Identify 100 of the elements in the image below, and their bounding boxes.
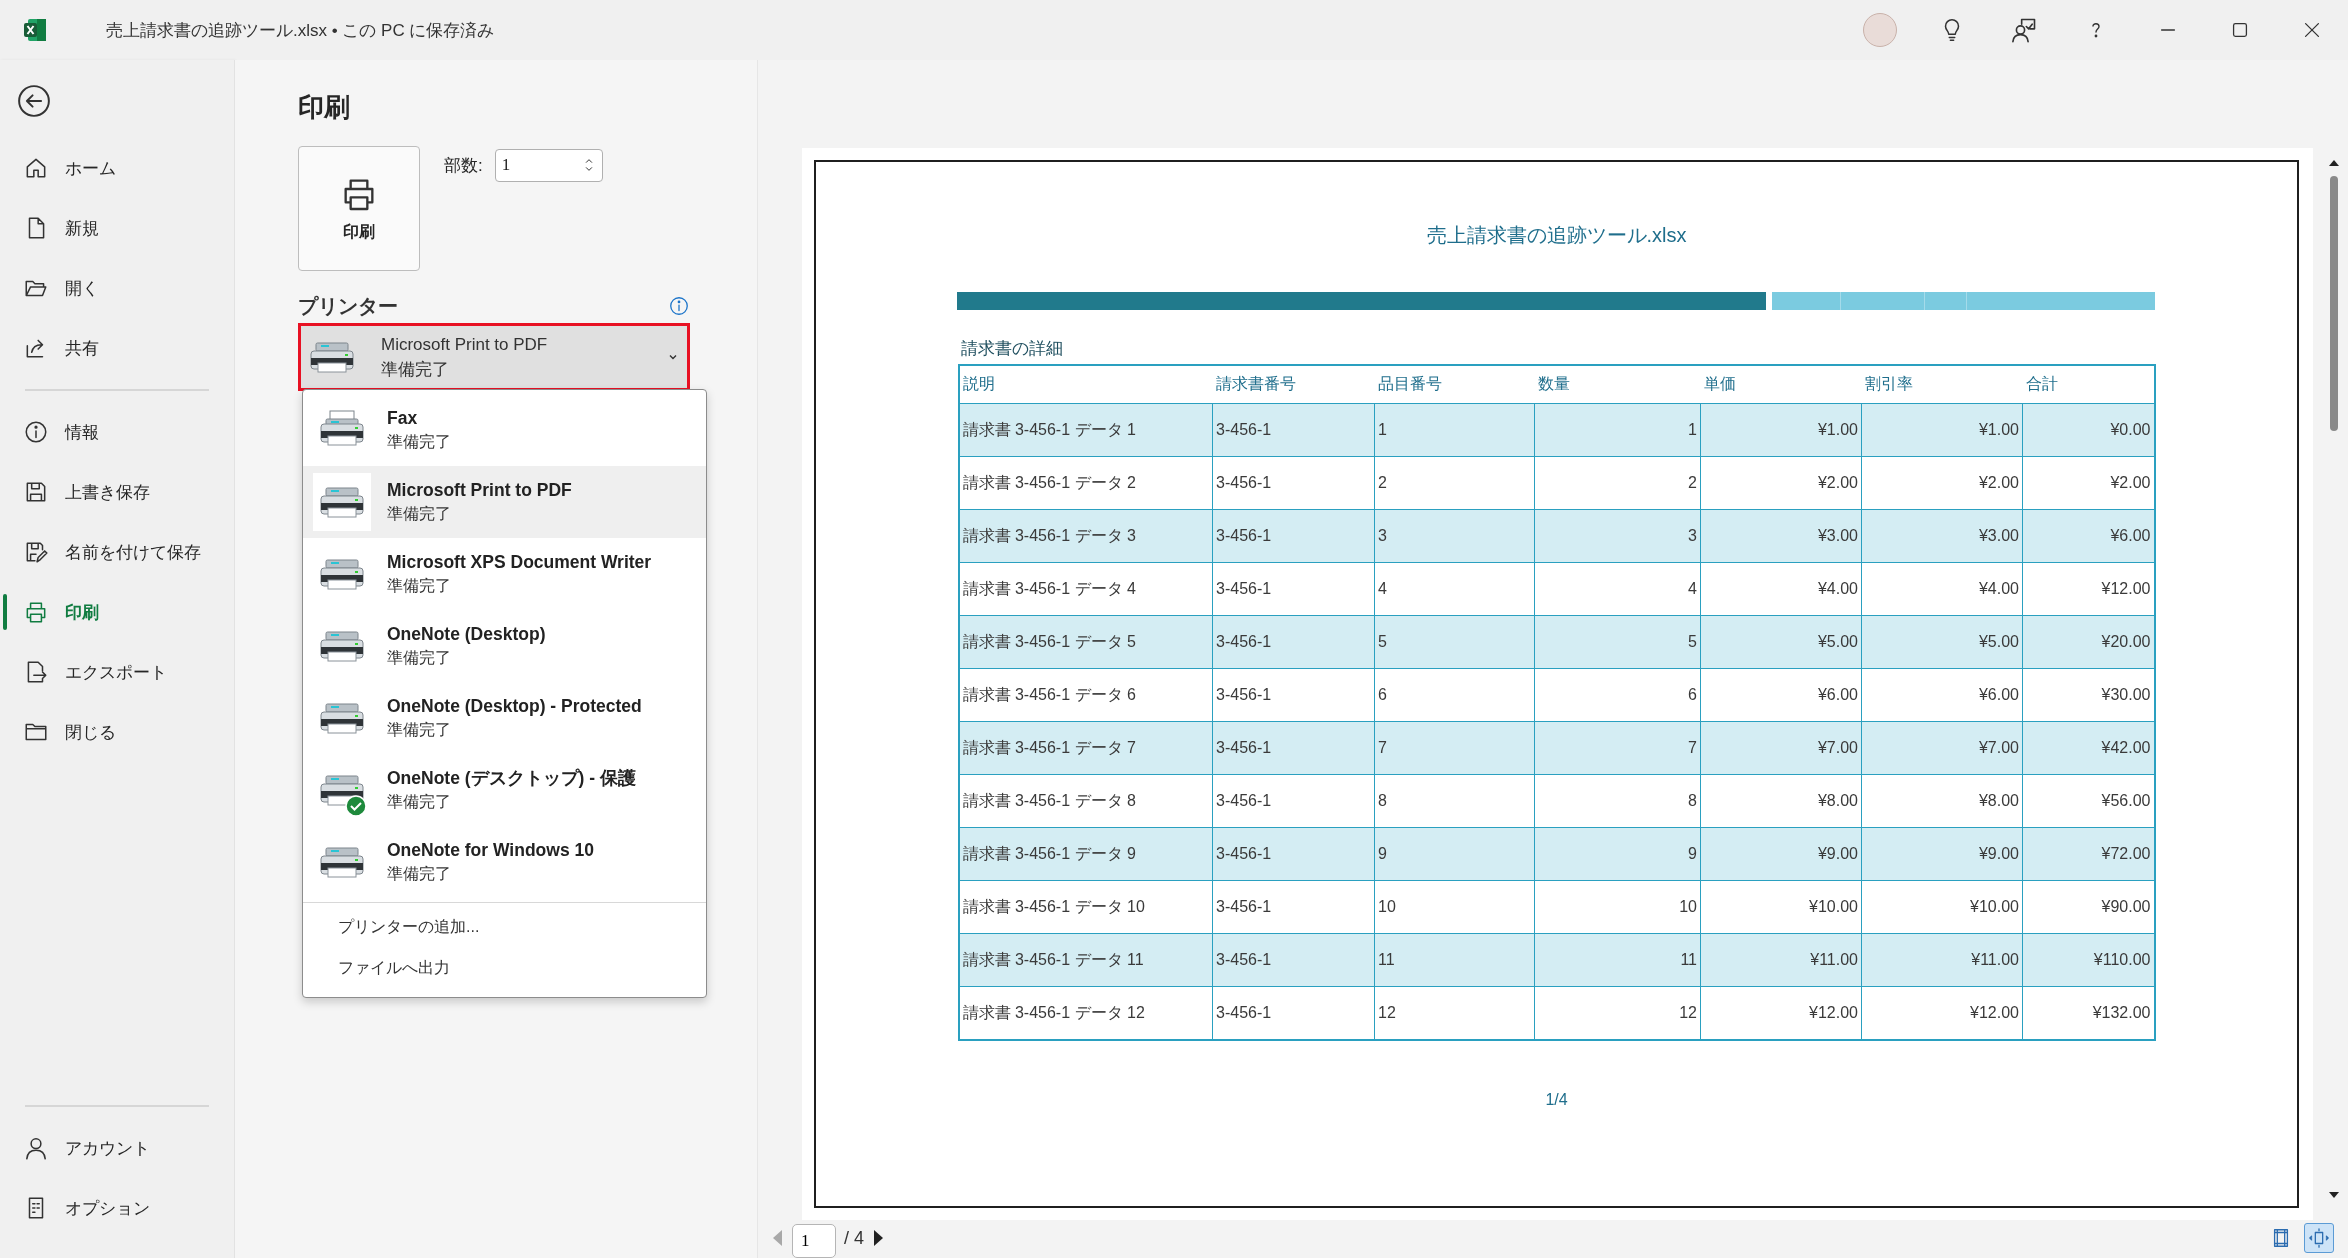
sidebar-item[interactable]: オプション bbox=[0, 1178, 234, 1238]
table-cell: 3-456-1 bbox=[1212, 880, 1375, 934]
sidebar-item[interactable]: 名前を付けて保存 bbox=[0, 522, 234, 582]
table-cell: ¥4.00 bbox=[1700, 562, 1862, 616]
table-cell: 9 bbox=[1374, 827, 1535, 881]
menu-item[interactable]: プリンターの追加... bbox=[303, 907, 706, 948]
person-icon bbox=[23, 1135, 49, 1161]
table-cell: ¥3.00 bbox=[1700, 509, 1862, 563]
table-cell: 請求書 3-456-1 データ 4 bbox=[958, 562, 1213, 616]
table-cell: ¥10.00 bbox=[1700, 880, 1862, 934]
table-cell: 2 bbox=[1534, 456, 1701, 510]
table-cell: 請求書 3-456-1 データ 8 bbox=[958, 774, 1213, 828]
sidebar-item[interactable]: エクスポート bbox=[0, 642, 234, 702]
table-cell: 10 bbox=[1534, 880, 1701, 934]
printer-dropdown[interactable]: Microsoft Print to PDF 準備完了 bbox=[298, 323, 690, 391]
table-cell: ¥10.00 bbox=[1861, 880, 2023, 934]
sidebar-item[interactable]: 情報 bbox=[0, 402, 234, 462]
table-cell: 5 bbox=[1534, 615, 1701, 669]
sidebar-item[interactable]: 上書き保存 bbox=[0, 462, 234, 522]
table-cell: 3-456-1 bbox=[1212, 509, 1375, 563]
table-cell: ¥11.00 bbox=[1700, 933, 1862, 987]
table-cell: 3 bbox=[1534, 509, 1701, 563]
table-cell: ¥8.00 bbox=[1861, 774, 2023, 828]
table-cell: ¥72.00 bbox=[2022, 827, 2155, 881]
table-cell: 3-456-1 bbox=[1212, 774, 1375, 828]
table-cell: ¥6.00 bbox=[1700, 668, 1862, 722]
sidebar-item[interactable]: 開く bbox=[0, 258, 234, 318]
back-button[interactable] bbox=[17, 84, 51, 118]
printer-option[interactable]: Microsoft XPS Document Writer 準備完了 bbox=[303, 538, 706, 610]
column-header: 説明 bbox=[958, 365, 1213, 404]
sidebar-item[interactable]: 共有 bbox=[0, 318, 234, 378]
scrollbar-thumb[interactable] bbox=[2330, 176, 2338, 431]
table-cell: ¥8.00 bbox=[1700, 774, 1862, 828]
table-cell: ¥6.00 bbox=[1861, 668, 2023, 722]
table-cell: ¥20.00 bbox=[2022, 615, 2155, 669]
sidebar-item[interactable]: アカウント bbox=[0, 1118, 234, 1178]
printer-option[interactable]: OneNote (デスクトップ) - 保護 準備完了 bbox=[303, 754, 706, 826]
sidebar-item[interactable]: ホーム bbox=[0, 138, 234, 198]
table-cell: 10 bbox=[1374, 880, 1535, 934]
page-number: 1/4 bbox=[1545, 1091, 1568, 1109]
zoom-to-page-button[interactable] bbox=[2304, 1223, 2334, 1253]
table-cell: 8 bbox=[1374, 774, 1535, 828]
table-cell: ¥11.00 bbox=[1861, 933, 2023, 987]
fit-page-icon bbox=[2308, 1227, 2330, 1249]
table-cell: 4 bbox=[1534, 562, 1701, 616]
table-cell: ¥7.00 bbox=[1861, 721, 2023, 775]
table-cell: 1 bbox=[1534, 403, 1701, 457]
printer-option[interactable]: Fax 準備完了 bbox=[303, 394, 706, 466]
table-cell: ¥110.00 bbox=[2022, 933, 2155, 987]
column-header: 数量 bbox=[1534, 365, 1701, 404]
table-cell: ¥5.00 bbox=[1700, 615, 1862, 669]
printer-option[interactable]: Microsoft Print to PDF 準備完了 bbox=[303, 466, 706, 538]
feedback-icon[interactable] bbox=[2010, 16, 2038, 44]
table-cell: 5 bbox=[1374, 615, 1535, 669]
table-cell: 請求書 3-456-1 データ 11 bbox=[958, 933, 1213, 987]
copies-label: 部数: bbox=[444, 154, 483, 177]
menu-item[interactable]: ファイルへ出力 bbox=[303, 948, 706, 989]
table-cell: 請求書 3-456-1 データ 9 bbox=[958, 827, 1213, 881]
page-total: / 4 bbox=[844, 1227, 864, 1249]
table-cell: ¥4.00 bbox=[1861, 562, 2023, 616]
table-cell: ¥5.00 bbox=[1861, 615, 2023, 669]
table-cell: ¥1.00 bbox=[1861, 403, 2023, 457]
table-cell: 8 bbox=[1534, 774, 1701, 828]
column-header: 品目番号 bbox=[1374, 365, 1535, 404]
sidebar-item[interactable]: 新規 bbox=[0, 198, 234, 258]
table-cell: 6 bbox=[1534, 668, 1701, 722]
info-icon[interactable] bbox=[668, 295, 690, 317]
table-cell: ¥9.00 bbox=[1861, 827, 2023, 881]
table-cell: 請求書 3-456-1 データ 2 bbox=[958, 456, 1213, 510]
page-title: 売上請求書の追跡ツール.xlsx bbox=[1426, 223, 1687, 248]
table-cell: ¥3.00 bbox=[1861, 509, 2023, 563]
section-title: 請求書の詳細 bbox=[960, 338, 1064, 360]
printer-option[interactable]: OneNote (Desktop) 準備完了 bbox=[303, 610, 706, 682]
printer-option[interactable]: OneNote (Desktop) - Protected 準備完了 bbox=[303, 682, 706, 754]
table-cell: 請求書 3-456-1 データ 7 bbox=[958, 721, 1213, 775]
table-cell: 6 bbox=[1374, 668, 1535, 722]
print-button[interactable]: 印刷 bbox=[298, 146, 420, 271]
info-icon bbox=[23, 419, 49, 445]
table-cell: 3-456-1 bbox=[1212, 403, 1375, 457]
table-cell: 2 bbox=[1374, 456, 1535, 510]
copies-field[interactable]: 1 bbox=[494, 148, 603, 182]
table-cell: ¥2.00 bbox=[1700, 456, 1862, 510]
sidebar-item[interactable]: 閉じる bbox=[0, 702, 234, 762]
table-cell: 3-456-1 bbox=[1212, 615, 1375, 669]
table-cell: ¥42.00 bbox=[2022, 721, 2155, 775]
table-cell: 請求書 3-456-1 データ 3 bbox=[958, 509, 1213, 563]
table-cell: 請求書 3-456-1 データ 6 bbox=[958, 668, 1213, 722]
window-title: 売上請求書の追跡ツール.xlsx • この PC に保存済み bbox=[106, 19, 495, 42]
sidebar-item[interactable]: 印刷 bbox=[0, 582, 234, 642]
table-cell: 3-456-1 bbox=[1212, 721, 1375, 775]
table-cell: 請求書 3-456-1 データ 10 bbox=[958, 880, 1213, 934]
printer-option[interactable]: OneNote for Windows 10 準備完了 bbox=[303, 826, 706, 898]
table-cell: 3-456-1 bbox=[1212, 456, 1375, 510]
table-cell: 3-456-1 bbox=[1212, 562, 1375, 616]
page-number-field[interactable]: 1 bbox=[792, 1224, 836, 1258]
column-header: 単価 bbox=[1700, 365, 1862, 404]
table-cell: 4 bbox=[1374, 562, 1535, 616]
chevron-icon bbox=[669, 353, 677, 361]
table-cell: ¥9.00 bbox=[1700, 827, 1862, 881]
page-heading: 印刷 bbox=[298, 91, 351, 124]
